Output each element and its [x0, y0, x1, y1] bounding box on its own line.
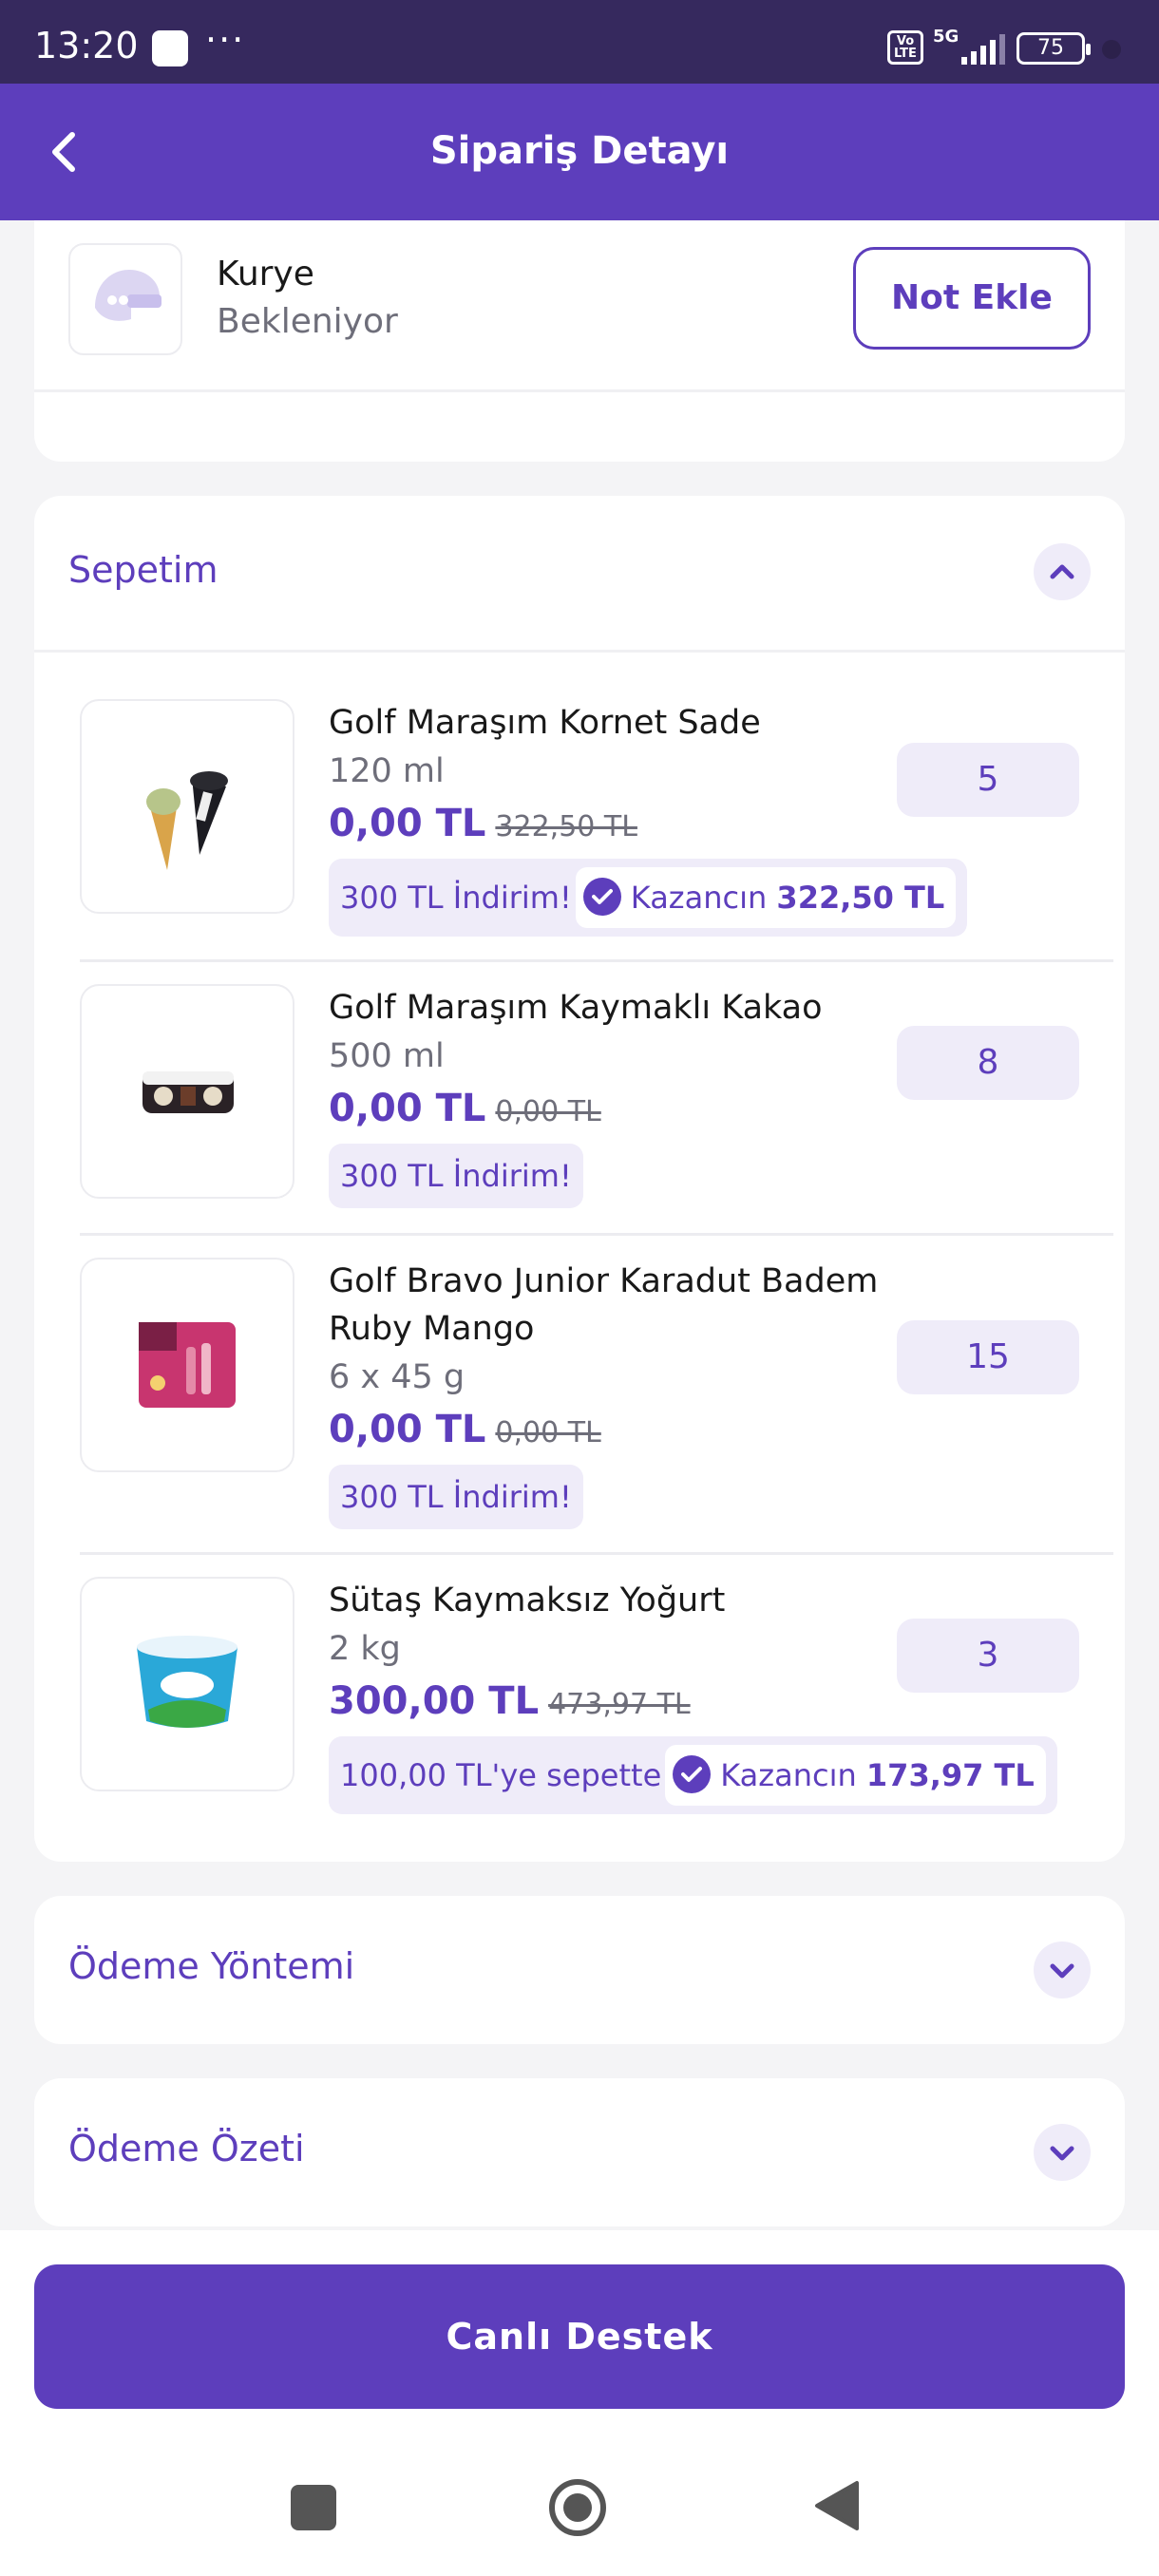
quantity-badge: 5 — [897, 743, 1079, 817]
bottom-bar: Canlı Destek — [0, 2230, 1159, 2576]
payment-summary-title[interactable]: Ödeme Özeti — [68, 2128, 305, 2169]
check-circle-icon — [673, 1755, 712, 1793]
current-price: 300,00 TL — [329, 1679, 540, 1723]
check-circle-icon — [582, 878, 621, 916]
courier-name: Kurye — [217, 255, 314, 294]
product-price: 0,00 TL 322,50 TL — [329, 802, 637, 845]
basket-title[interactable]: Sepetim — [68, 549, 218, 591]
volte-icon: Vo LTE — [887, 30, 923, 65]
promo-badge: 300 TL İndirim! — [329, 1465, 583, 1529]
recent-apps-icon[interactable] — [291, 2485, 336, 2530]
app-header: Sipariş Detayı — [0, 84, 1159, 220]
basket-item: Sütaş Kaymaksız Yoğurt 3 2 kg 300,00 TL 4… — [80, 1577, 1113, 1824]
courier-card: Kurye Bekleniyor Not Ekle — [34, 220, 1125, 462]
product-image — [80, 1258, 294, 1472]
old-price: 0,00 TL — [495, 1095, 601, 1128]
promo-badge: 300 TL İndirim! Kazancın 322,50 TL — [329, 859, 968, 937]
gain-value: 322,50 TL — [776, 880, 945, 916]
product-size: 500 ml — [329, 1037, 445, 1075]
product-name: Golf Bravo Junior Karadut Badem Ruby Man… — [329, 1262, 879, 1348]
current-price: 0,00 TL — [329, 802, 486, 845]
product-image — [80, 1577, 294, 1791]
basket-item: Golf Bravo Junior Karadut Badem Ruby Man… — [80, 1258, 1113, 1529]
promo-text: 100,00 TL'ye sepette — [340, 1757, 662, 1793]
old-price: 473,97 TL — [548, 1688, 691, 1721]
divider — [80, 959, 1113, 962]
product-price: 0,00 TL 0,00 TL — [329, 1408, 601, 1451]
product-name: Golf Maraşım Kaymaklı Kakao — [329, 989, 823, 1027]
camera-dot — [1102, 40, 1121, 59]
page-title: Sipariş Detayı — [429, 129, 730, 173]
live-support-button[interactable]: Canlı Destek — [34, 2264, 1125, 2409]
promo-text: 300 TL İndirim! — [340, 1158, 572, 1194]
gain-chip: Kazancın 322,50 TL — [575, 867, 957, 928]
quantity-badge: 3 — [897, 1619, 1079, 1693]
gain-value: 173,97 TL — [865, 1757, 1035, 1793]
back-triangle-icon[interactable] — [813, 2479, 861, 2532]
payment-method-card[interactable]: Ödeme Yöntemi — [34, 1896, 1125, 2044]
product-size: 2 kg — [329, 1630, 401, 1668]
courier-status: Bekleniyor — [217, 302, 398, 341]
promo-badge: 100,00 TL'ye sepette Kazancın 173,97 TL — [329, 1736, 1057, 1814]
divider — [34, 389, 1125, 392]
payment-summary-card[interactable]: Ödeme Özeti — [34, 2078, 1125, 2226]
promo-text: 300 TL İndirim! — [340, 880, 572, 916]
product-size: 6 x 45 g — [329, 1358, 466, 1396]
product-image — [80, 699, 294, 914]
home-icon[interactable] — [547, 2477, 608, 2538]
basket-item: Golf Maraşım Kaymaklı Kakao 8 500 ml 0,0… — [80, 984, 1113, 1208]
old-price: 0,00 TL — [495, 1416, 601, 1449]
product-size: 120 ml — [329, 752, 445, 790]
chevron-down-icon[interactable] — [1034, 1941, 1091, 1998]
battery-icon: 75 — [1016, 32, 1091, 65]
divider — [34, 650, 1125, 653]
gain-label: Kazancın — [720, 1757, 857, 1793]
current-price: 0,00 TL — [329, 1087, 486, 1130]
old-price: 322,50 TL — [495, 810, 637, 843]
chevron-up-icon[interactable] — [1034, 543, 1091, 600]
quantity-badge: 15 — [897, 1320, 1079, 1394]
chevron-down-icon[interactable] — [1034, 2124, 1091, 2181]
courier-helmet-icon — [68, 243, 182, 355]
promo-text: 300 TL İndirim! — [340, 1479, 572, 1515]
divider — [80, 1552, 1113, 1555]
basket-item: Golf Maraşım Kornet Sade 5 120 ml 0,00 T… — [80, 699, 1113, 937]
product-name: Sütaş Kaymaksız Yoğurt — [329, 1582, 726, 1619]
payment-method-title[interactable]: Ödeme Yöntemi — [68, 1945, 354, 1987]
more-notifications-icon: ··· — [205, 19, 246, 61]
status-bar: 13:20 ··· Vo LTE 5G 75 — [0, 0, 1159, 84]
promo-badge: 300 TL İndirim! — [329, 1144, 583, 1208]
gain-label: Kazancın — [630, 880, 768, 916]
signal-icon — [961, 34, 1005, 65]
divider — [80, 1233, 1113, 1236]
notification-icon — [152, 30, 188, 66]
status-time: 13:20 — [34, 25, 139, 66]
current-price: 0,00 TL — [329, 1408, 486, 1451]
product-image — [80, 984, 294, 1199]
product-name: Golf Maraşım Kornet Sade — [329, 704, 761, 742]
product-price: 0,00 TL 0,00 TL — [329, 1087, 601, 1130]
gain-chip: Kazancın 173,97 TL — [665, 1745, 1046, 1806]
product-price: 300,00 TL 473,97 TL — [329, 1679, 691, 1723]
basket-card: Sepetim Golf Maraşım Kornet Sade 5 120 m… — [34, 496, 1125, 1862]
add-note-button[interactable]: Not Ekle — [853, 247, 1091, 350]
quantity-badge: 8 — [897, 1026, 1079, 1100]
network-type: 5G — [933, 27, 960, 47]
